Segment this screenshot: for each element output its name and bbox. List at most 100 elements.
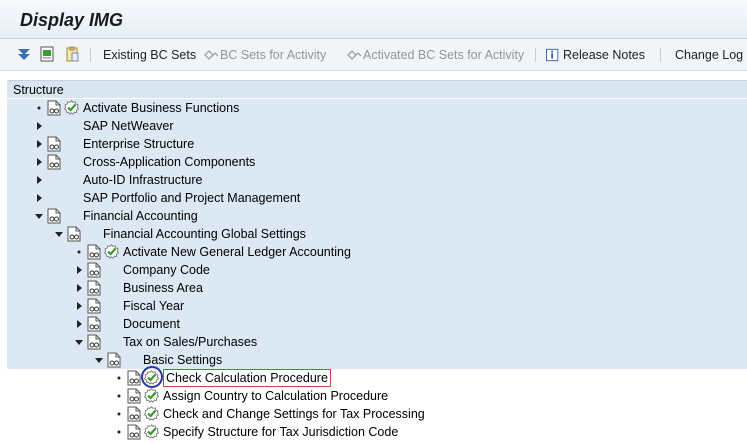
tree-row[interactable]: Financial Accounting Global Settings (7, 225, 747, 243)
tree-row[interactable]: Check Calculation Procedure (7, 369, 747, 387)
tree-node-label: SAP Portfolio and Project Management (83, 191, 301, 205)
tree-node-label: Cross-Application Components (83, 155, 256, 169)
existing-bc-sets-button[interactable]: Existing BC Sets (103, 46, 196, 64)
selected-node-label: Check Calculation Procedure (163, 369, 331, 387)
documentation-icon[interactable] (127, 388, 141, 404)
tree-row[interactable]: Fiscal Year (7, 297, 747, 315)
tree-row[interactable]: Company Code (7, 261, 747, 279)
bc-sets-for-activity-label: BC Sets for Activity (220, 48, 327, 62)
tree-node-label: Activate New General Ledger Accounting (123, 245, 351, 259)
structure-header-label: Structure (13, 83, 64, 97)
expand-arrow-icon[interactable] (74, 265, 84, 275)
tree-row[interactable]: Check and Change Settings for Tax Proces… (7, 405, 747, 423)
documentation-icon[interactable] (47, 208, 61, 224)
documentation-icon[interactable] (47, 100, 61, 116)
expand-arrow-icon[interactable] (34, 157, 44, 167)
documentation-icon[interactable] (87, 262, 101, 278)
tree-node-label: Specify Structure for Tax Jurisdiction C… (163, 425, 399, 439)
expand-arrow-icon[interactable] (34, 175, 44, 185)
activated-bc-sets-button[interactable]: Activated BC Sets for Activity (346, 46, 524, 64)
leaf-bullet-icon (117, 430, 121, 434)
tree-row[interactable]: Specify Structure for Tax Jurisdiction C… (7, 423, 747, 441)
documentation-icon[interactable] (47, 136, 61, 152)
documentation-icon[interactable] (127, 424, 141, 440)
tree-row[interactable]: Activate New General Ledger Accounting (7, 243, 747, 261)
existing-bc-sets-label: Existing BC Sets (103, 48, 197, 62)
expand-arrow-icon[interactable] (74, 319, 84, 329)
title-bar: Display IMG (0, 0, 747, 39)
expand-subtree-icon[interactable] (16, 46, 32, 62)
tree-node-label: Financial Accounting Global Settings (103, 227, 306, 241)
tree-node-label: Document (123, 317, 180, 331)
tree-node-label: Fiscal Year (123, 299, 185, 313)
tree-row[interactable]: Enterprise Structure (7, 135, 747, 153)
tree-row[interactable]: Assign Country to Calculation Procedure (7, 387, 747, 405)
tree-node-label: Company Code (123, 263, 210, 277)
documentation-icon[interactable] (47, 154, 61, 170)
tree-node-label: Tax on Sales/Purchases (123, 335, 258, 349)
bc-sets-for-activity-button[interactable]: BC Sets for Activity (203, 46, 326, 64)
change-log-button[interactable]: Change Log (675, 46, 743, 64)
execute-activity-icon[interactable] (144, 424, 159, 439)
documentation-icon[interactable] (87, 280, 101, 296)
tree-row[interactable]: Activate Business Functions (7, 99, 747, 117)
execute-activity-icon[interactable] (144, 388, 159, 403)
expand-arrow-icon[interactable] (34, 193, 44, 203)
collapse-arrow-icon[interactable] (54, 229, 64, 239)
tree-row[interactable]: Tax on Sales/Purchases (7, 333, 747, 351)
highlight-circle (141, 366, 163, 388)
release-notes-button[interactable]: Release Notes (546, 46, 645, 64)
expand-arrow-icon[interactable] (34, 121, 44, 131)
tree-row[interactable]: Financial Accounting (7, 207, 747, 225)
toolbar-separator (90, 48, 91, 62)
leaf-bullet-icon (77, 250, 81, 254)
tree-row[interactable]: Basic Settings (7, 351, 747, 369)
tree-row[interactable]: SAP NetWeaver (7, 117, 747, 135)
document-icon[interactable] (39, 46, 55, 62)
change-log-label: Change Log (675, 48, 744, 62)
activated-bc-sets-label: Activated BC Sets for Activity (363, 48, 525, 62)
leaf-bullet-icon (117, 376, 121, 380)
application-toolbar: Existing BC Sets BC Sets for Activity Ac… (0, 39, 747, 71)
expand-arrow-icon[interactable] (74, 301, 84, 311)
documentation-icon[interactable] (87, 334, 101, 350)
expand-arrow-icon[interactable] (34, 139, 44, 149)
leaf-bullet-icon (117, 412, 121, 416)
tree-row[interactable]: Document (7, 315, 747, 333)
documentation-icon[interactable] (87, 244, 101, 260)
expand-arrow-icon[interactable] (74, 283, 84, 293)
structure-column-header: Structure (7, 80, 747, 98)
toolbar-separator (660, 48, 661, 62)
documentation-icon[interactable] (127, 406, 141, 422)
tree-node-label: Business Area (123, 281, 203, 295)
release-notes-label: Release Notes (563, 48, 645, 62)
documentation-icon[interactable] (87, 316, 101, 332)
tree-row[interactable]: Auto-ID Infrastructure (7, 171, 747, 189)
tree-node-label: SAP NetWeaver (83, 119, 174, 133)
activated-bc-set-icon (347, 50, 362, 60)
collapse-arrow-icon[interactable] (34, 211, 44, 221)
clipboard-icon[interactable] (64, 46, 80, 62)
tree-row[interactable]: Cross-Application Components (7, 153, 747, 171)
collapse-arrow-icon[interactable] (74, 337, 84, 347)
leaf-bullet-icon (37, 106, 41, 110)
execute-activity-icon[interactable] (64, 100, 79, 115)
documentation-icon[interactable] (127, 370, 141, 386)
documentation-icon[interactable] (67, 226, 81, 242)
execute-activity-icon[interactable] (144, 406, 159, 421)
info-icon (546, 48, 559, 62)
tree-node-label: Check and Change Settings for Tax Proces… (163, 407, 425, 421)
tree-row[interactable]: Business Area (7, 279, 747, 297)
tree-node-label: Activate Business Functions (83, 101, 240, 115)
tree-node-label: Enterprise Structure (83, 137, 195, 151)
documentation-icon[interactable] (87, 298, 101, 314)
tree-row[interactable]: SAP Portfolio and Project Management (7, 189, 747, 207)
tree-node-label: Assign Country to Calculation Procedure (163, 389, 389, 403)
collapse-arrow-icon[interactable] (94, 355, 104, 365)
documentation-icon[interactable] (107, 352, 121, 368)
execute-activity-icon[interactable] (104, 244, 119, 259)
window-title: Display IMG (20, 10, 124, 30)
tree-node-label: Auto-ID Infrastructure (83, 173, 203, 187)
leaf-bullet-icon (117, 394, 121, 398)
tree-node-label: Financial Accounting (83, 209, 198, 223)
